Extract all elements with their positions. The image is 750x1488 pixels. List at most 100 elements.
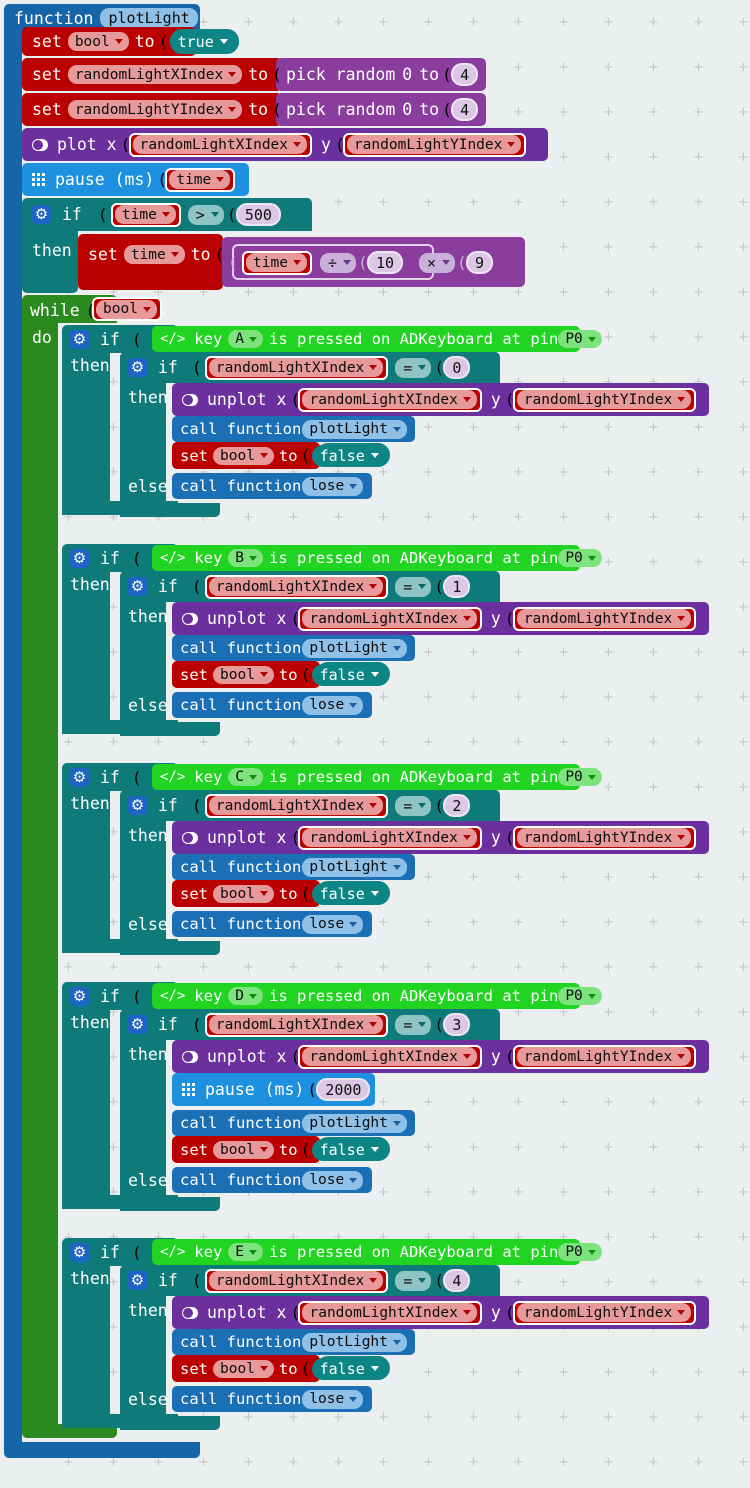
- variable-dropdown-time[interactable]: time: [123, 245, 185, 264]
- gear-icon[interactable]: [32, 205, 51, 224]
- equals-operator-dropdown[interactable]: =: [395, 1270, 432, 1291]
- set-randomlightyindex-row: set randomLightYIndex to (: [32, 95, 282, 124]
- gear-icon[interactable]: [128, 1015, 147, 1034]
- branch-A-unplot-row: unplot x(randomLightXIndex y(randomLightY…: [182, 385, 697, 414]
- branch-D-outer-if-label-row: if(: [70, 983, 142, 1009]
- gear-icon[interactable]: [128, 796, 147, 815]
- gear-icon[interactable]: [128, 358, 147, 377]
- led-icon: [182, 393, 198, 406]
- reporter-randomlightxindex[interactable]: randomLightXIndex: [204, 1012, 389, 1037]
- equals-operator-dropdown[interactable]: =: [395, 576, 432, 597]
- gear-icon[interactable]: [70, 329, 89, 349]
- branch-C-call-lose-row: call function lose: [180, 911, 364, 937]
- reporter-randomlightxindex[interactable]: randomLightXIndex: [204, 793, 389, 818]
- function-name-field[interactable]: plotLight: [100, 8, 198, 28]
- pause-value-input[interactable]: 2000: [316, 1078, 371, 1101]
- multiply-operator-dropdown[interactable]: ×: [419, 252, 456, 273]
- pick-random-max-input[interactable]: 4: [451, 98, 479, 121]
- reporter-randomlightxindex[interactable]: randomLightXIndex: [298, 825, 482, 850]
- branch-E-call-lose-row: call function lose: [180, 1386, 364, 1412]
- reporter-randomlightyindex[interactable]: randomLightYIndex: [512, 1300, 697, 1325]
- boolean-false-dropdown[interactable]: false: [311, 1138, 385, 1161]
- boolean-true-dropdown[interactable]: true: [169, 30, 234, 53]
- branch-A-key-row: </> key Ais pressed on ADKeyboard at pin P0: [160, 326, 602, 352]
- reporter-bool[interactable]: bool: [92, 297, 162, 321]
- branch-E-call-plotlight-row: call function plotLight: [180, 1329, 407, 1355]
- reporter-time[interactable]: time: [110, 202, 181, 227]
- reporter-randomlightyindex[interactable]: randomLightYIndex: [512, 606, 697, 631]
- reporter-time[interactable]: time: [242, 250, 312, 275]
- gear-icon[interactable]: [128, 577, 147, 596]
- boolean-false-dropdown[interactable]: false: [311, 882, 385, 905]
- reporter-randomlightxindex[interactable]: randomLightXIndex: [204, 1268, 389, 1293]
- led-icon: [182, 831, 198, 844]
- branch-C-unplot-row: unplot x(randomLightXIndex y(randomLightY…: [182, 823, 697, 852]
- branch-B-outer-if-label-row: if(: [70, 545, 142, 571]
- multiplicand-input[interactable]: 9: [466, 251, 494, 274]
- reporter-randomlightyindex[interactable]: randomLightYIndex: [512, 387, 697, 412]
- boolean-false-dropdown[interactable]: false: [311, 444, 385, 467]
- variable-dropdown-randomlightxindex[interactable]: randomLightXIndex: [67, 65, 243, 84]
- reporter-randomlightxindex[interactable]: randomLightXIndex: [298, 606, 482, 631]
- gear-icon[interactable]: [70, 1242, 89, 1262]
- reporter-randomlightyindex[interactable]: randomLightYIndex: [512, 1044, 697, 1069]
- equals-operator-dropdown[interactable]: =: [395, 357, 432, 378]
- gear-icon[interactable]: [70, 548, 89, 568]
- branch-C-else-label: else: [128, 915, 168, 934]
- reporter-randomlightxindex[interactable]: randomLightXIndex: [128, 132, 313, 157]
- set-keyword: set: [88, 245, 118, 264]
- gear-icon[interactable]: [128, 1271, 147, 1290]
- branch-A-inner-then-label: then: [128, 388, 168, 407]
- led-icon: [182, 1306, 198, 1319]
- boolean-false-dropdown[interactable]: false: [311, 1357, 385, 1380]
- code-icon: </>: [160, 769, 186, 785]
- reporter-randomlightyindex[interactable]: randomLightYIndex: [342, 132, 527, 157]
- pick-random-from: 0: [402, 65, 413, 84]
- led-icon: [32, 138, 48, 151]
- branch-A-inner-if-row: if(randomLightXIndex=(0: [128, 354, 471, 381]
- branch-A-outer-if-label-row: if(: [70, 326, 142, 352]
- reporter-randomlightxindex[interactable]: randomLightXIndex: [298, 1300, 482, 1325]
- compare-value-input[interactable]: 0: [443, 356, 471, 379]
- branch-D-call-lose-row: call function lose: [180, 1167, 364, 1193]
- divisor-input[interactable]: 10: [366, 251, 404, 274]
- gear-icon[interactable]: [70, 986, 89, 1006]
- branch-B-set-bool-false-row: set bool to(false: [180, 662, 385, 687]
- branch-E-outer-if-label-row: if(: [70, 1239, 142, 1265]
- variable-dropdown-randomlightyindex[interactable]: randomLightYIndex: [67, 100, 243, 119]
- compare-value-input[interactable]: 1: [443, 575, 471, 598]
- to-label: to: [134, 32, 155, 51]
- set-time-row: set time to (: [88, 240, 224, 269]
- branch-B-outer-if-spine: [62, 570, 110, 734]
- pick-random-y-row: pick random 0 to ( 4: [286, 95, 479, 124]
- reporter-randomlightyindex[interactable]: randomLightYIndex: [512, 825, 697, 850]
- equals-operator-dropdown[interactable]: =: [395, 795, 432, 816]
- reporter-randomlightxindex[interactable]: randomLightXIndex: [298, 387, 482, 412]
- branch-D-key-row: </> key Dis pressed on ADKeyboard at pin P0: [160, 983, 602, 1009]
- value-socket: (: [158, 32, 169, 51]
- pick-random-label: pick random: [286, 100, 396, 119]
- reporter-randomlightxindex[interactable]: randomLightXIndex: [298, 1044, 482, 1069]
- comparison-operator-dropdown[interactable]: >: [187, 204, 224, 225]
- pick-random-max-input[interactable]: 4: [451, 63, 479, 86]
- function-keyword: function: [14, 8, 94, 28]
- reporter-randomlightxindex[interactable]: randomLightXIndex: [204, 574, 389, 599]
- compare-value-input[interactable]: 3: [443, 1013, 471, 1036]
- while-block-spine: [22, 320, 58, 1432]
- compare-value-input[interactable]: 2: [443, 794, 471, 817]
- compare-value-input[interactable]: 4: [443, 1269, 471, 1292]
- value-socket: (: [214, 245, 225, 264]
- plot-row: plot x ( randomLightXIndex y ( randomLig…: [32, 130, 527, 159]
- branch-D-outer-if-spine: [62, 1008, 110, 1209]
- divide-operator-dropdown[interactable]: ÷: [319, 252, 356, 273]
- equals-operator-dropdown[interactable]: =: [395, 1014, 432, 1035]
- math-expression-row: ( time ÷ ( 10 × ( 9: [228, 248, 494, 277]
- function-block-footer: [4, 1442, 200, 1458]
- boolean-false-dropdown[interactable]: false: [311, 663, 385, 686]
- reporter-randomlightxindex[interactable]: randomLightXIndex: [204, 355, 389, 380]
- condition-right-input[interactable]: 500: [235, 203, 281, 226]
- variable-dropdown-bool[interactable]: bool: [67, 32, 129, 51]
- set-keyword: set: [32, 65, 62, 84]
- gear-icon[interactable]: [70, 767, 89, 787]
- reporter-time[interactable]: time: [165, 167, 236, 192]
